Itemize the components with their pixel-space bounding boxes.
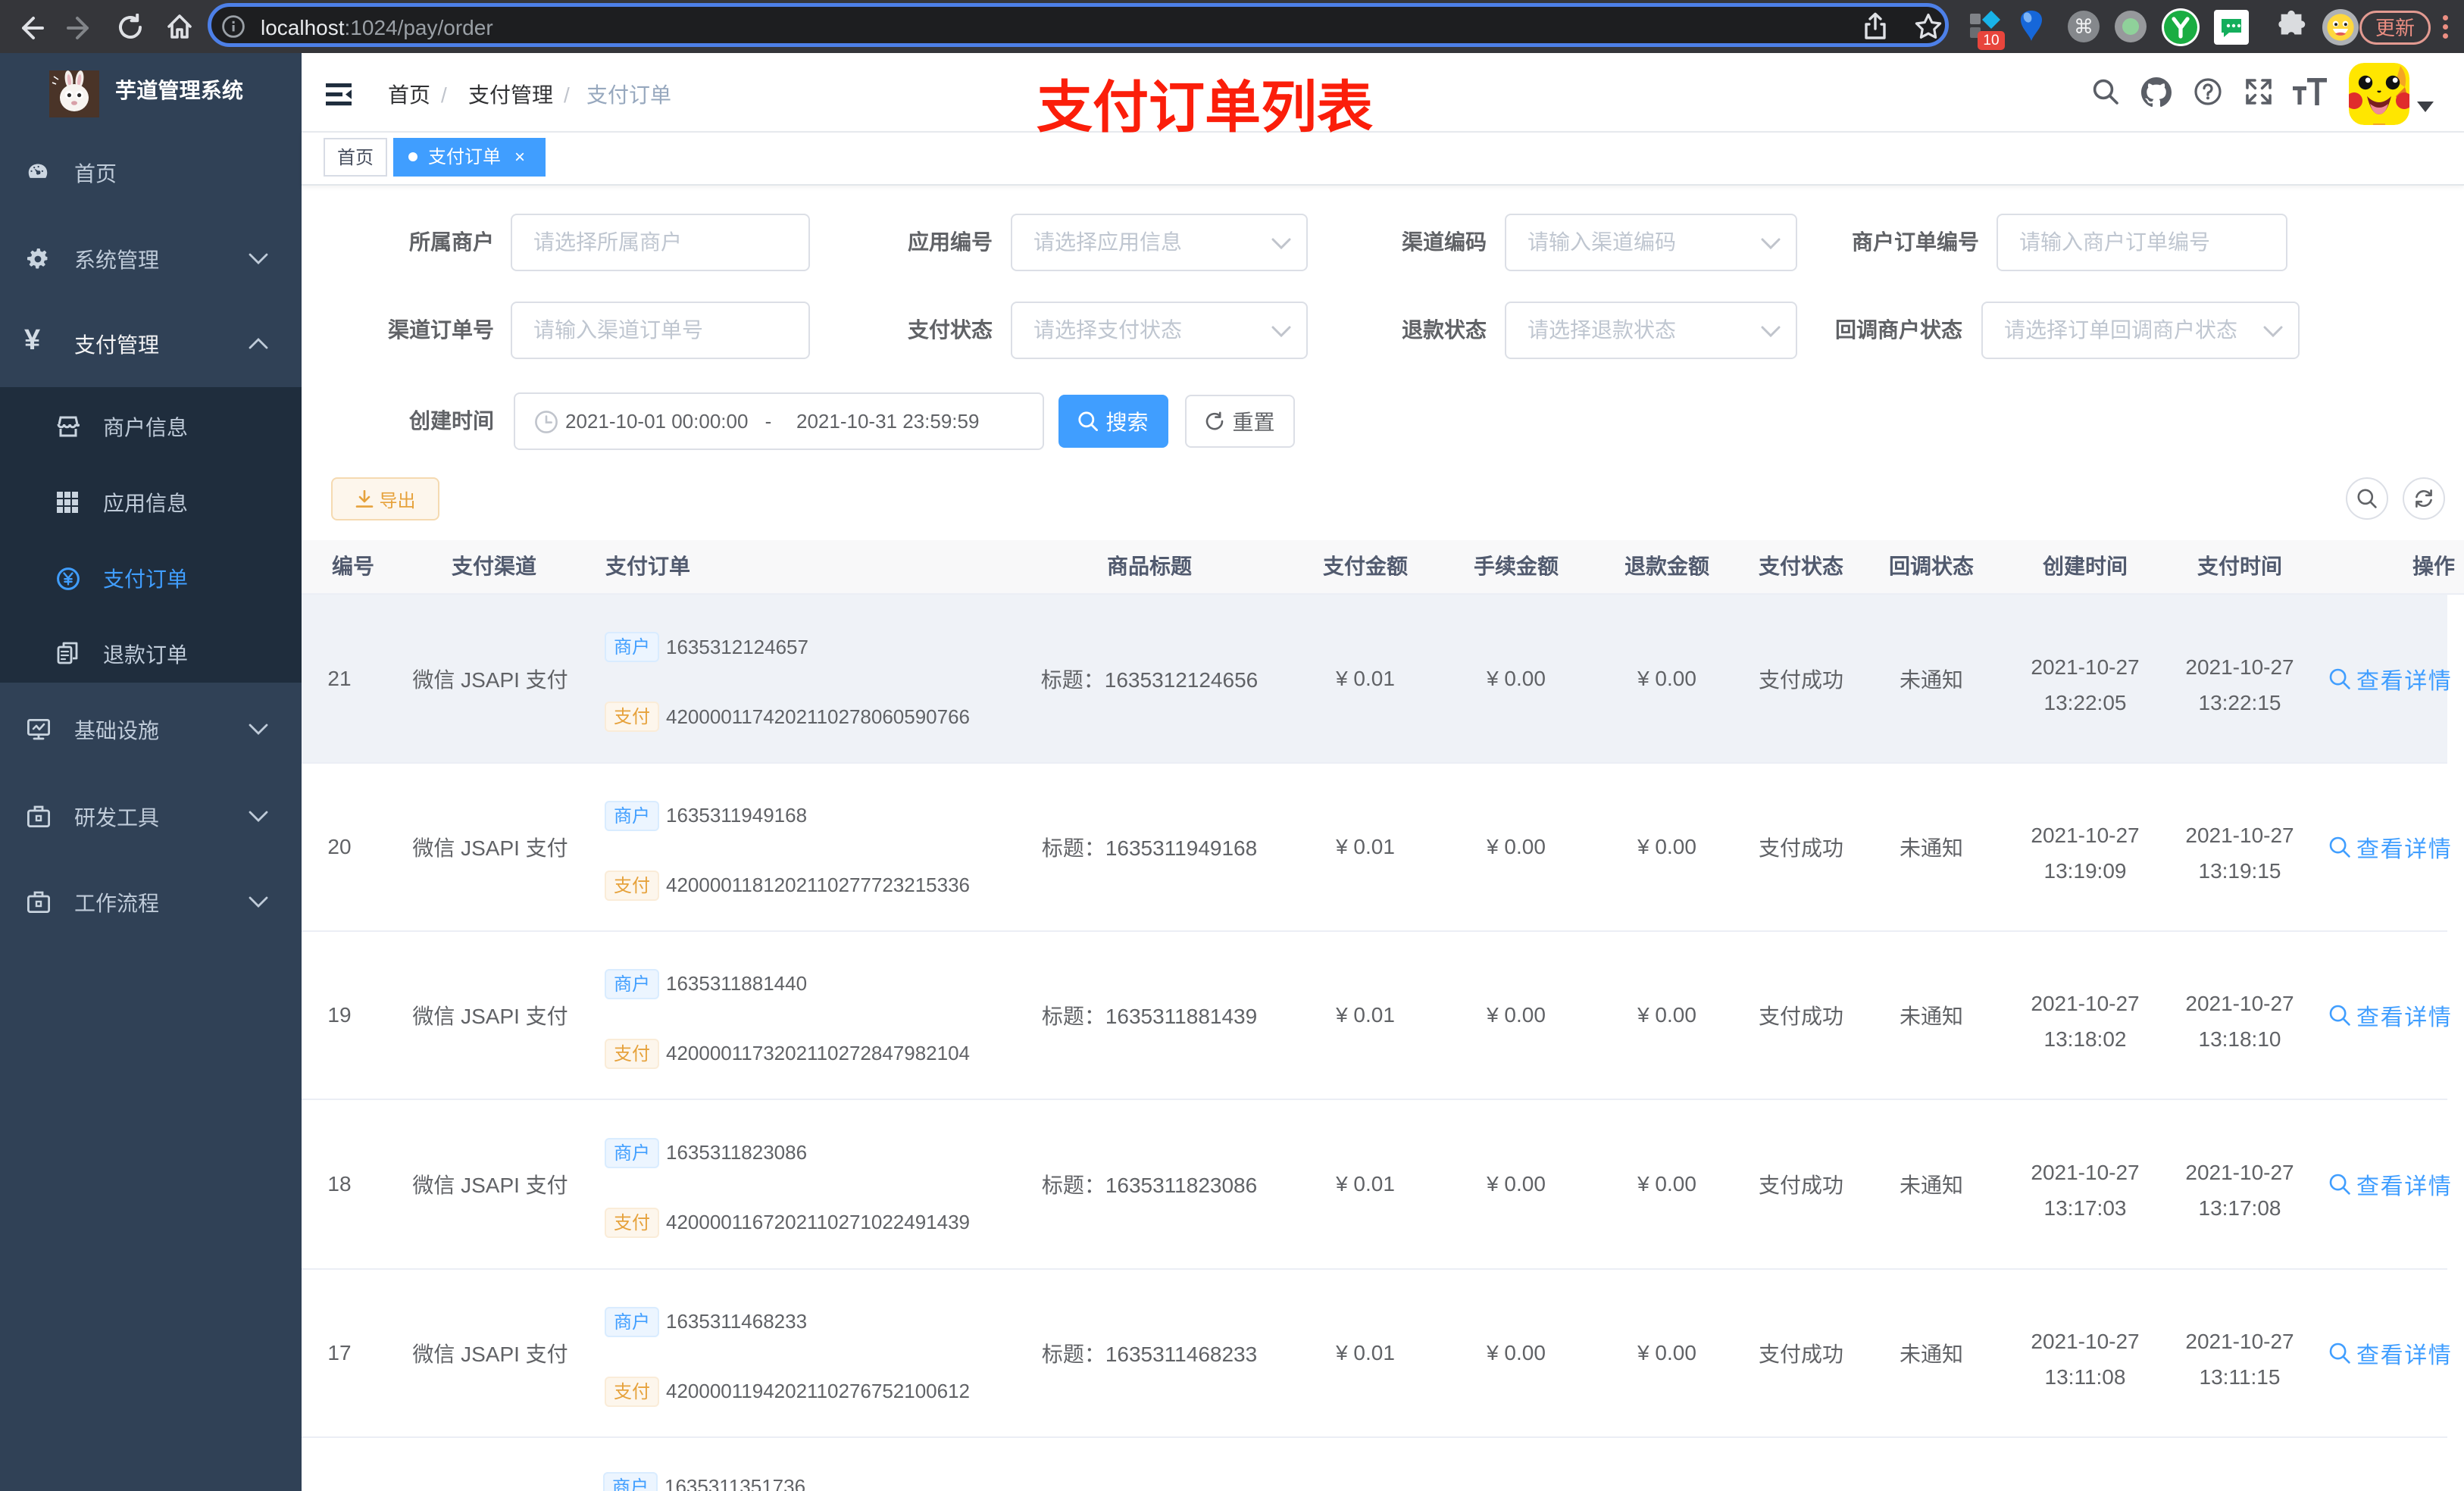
svg-text:⌘: ⌘	[2074, 15, 2093, 38]
